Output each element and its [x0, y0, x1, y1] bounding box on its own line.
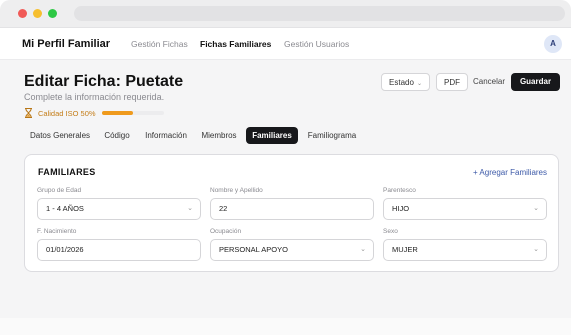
window-titlebar — [0, 0, 571, 28]
pdf-button[interactable]: PDF — [436, 73, 468, 91]
nombre-apellido-input[interactable]: 22 — [210, 198, 374, 220]
page-title: Editar Ficha: Puetate — [24, 73, 184, 90]
nav-link-fichas-familiares[interactable]: Fichas Familiares — [200, 39, 271, 49]
sexo-label: Sexo — [383, 228, 398, 235]
hourglass-icon — [25, 108, 32, 118]
grupo-edad-select[interactable]: 1 - 4 AÑOS ⌄ — [37, 198, 201, 220]
parentesco-select[interactable]: HIJO ⌄ — [383, 198, 547, 220]
nav-link-gestion-fichas[interactable]: Gestión Fichas — [131, 39, 188, 49]
nombre-apellido-value: 22 — [219, 204, 228, 213]
close-window-button[interactable] — [18, 9, 27, 18]
tab-datos-generales[interactable]: Datos Generales — [24, 127, 96, 144]
top-navbar: Mi Perfil Familiar Gestión Fichas Fichas… — [0, 28, 571, 60]
add-familiares-link[interactable]: + Agregar Familiares — [473, 168, 547, 177]
sexo-value: MUJER — [392, 245, 418, 254]
familiares-card: FAMILIARES + Agregar Familiares Grupo de… — [24, 154, 559, 272]
quality-progress-fill — [101, 111, 133, 115]
quality-indicator: Calidad ISO 50% — [24, 108, 164, 118]
chevron-down-icon: ⌄ — [416, 81, 422, 87]
address-bar[interactable] — [74, 6, 565, 21]
tab-informacion[interactable]: Información — [140, 127, 192, 144]
grupo-edad-value: 1 - 4 AÑOS — [46, 204, 84, 213]
grupo-edad-label: Grupo de Edad — [37, 187, 82, 194]
save-button[interactable]: Guardar — [511, 73, 560, 91]
parentesco-label: Parentesco — [383, 187, 416, 194]
browser-window: Mi Perfil Familiar Gestión Fichas Fichas… — [0, 0, 571, 335]
estado-label: Estado — [389, 78, 414, 87]
fecha-nacimiento-input[interactable]: 01/01/2026 — [37, 239, 201, 261]
minimize-window-button[interactable] — [33, 9, 42, 18]
tab-miembros[interactable]: Miembros — [196, 127, 242, 144]
maximize-window-button[interactable] — [48, 9, 57, 18]
chevron-down-icon: ⌄ — [187, 205, 193, 212]
avatar[interactable]: A — [544, 35, 562, 53]
quality-label: Calidad ISO 50% — [38, 108, 96, 118]
quality-progress-bar — [101, 111, 164, 115]
cancel-button[interactable]: Cancelar — [470, 73, 508, 91]
ocupacion-label: Ocupación — [210, 228, 242, 235]
sexo-select[interactable]: MUJER ⌄ — [383, 239, 547, 261]
estado-dropdown[interactable]: Estado ⌄ — [381, 73, 430, 91]
chevron-down-icon: ⌄ — [533, 205, 539, 212]
nombre-apellido-label: Nombre y Apellido — [210, 187, 263, 194]
tab-codigo[interactable]: Código — [99, 127, 135, 144]
brand-title: Mi Perfil Familiar — [22, 38, 111, 50]
ocupacion-value: PERSONAL APOYO — [219, 245, 288, 254]
fecha-nacimiento-value: 01/01/2026 — [46, 245, 84, 254]
chevron-down-icon: ⌄ — [533, 246, 539, 253]
ocupacion-select[interactable]: PERSONAL APOYO ⌄ — [210, 239, 374, 261]
parentesco-value: HIJO — [392, 204, 410, 213]
chevron-down-icon: ⌄ — [360, 246, 366, 253]
tab-familiares[interactable]: Familiares — [246, 127, 298, 144]
page-subtitle: Complete la información requerida. — [24, 92, 165, 102]
card-title: FAMILIARES — [38, 167, 96, 177]
tab-familiograma[interactable]: Familiograma — [302, 127, 362, 144]
nav-link-gestion-usuarios[interactable]: Gestión Usuarios — [284, 39, 349, 49]
page-bottom — [0, 318, 571, 335]
fecha-nacimiento-label: F. Nacimiento — [37, 228, 77, 235]
